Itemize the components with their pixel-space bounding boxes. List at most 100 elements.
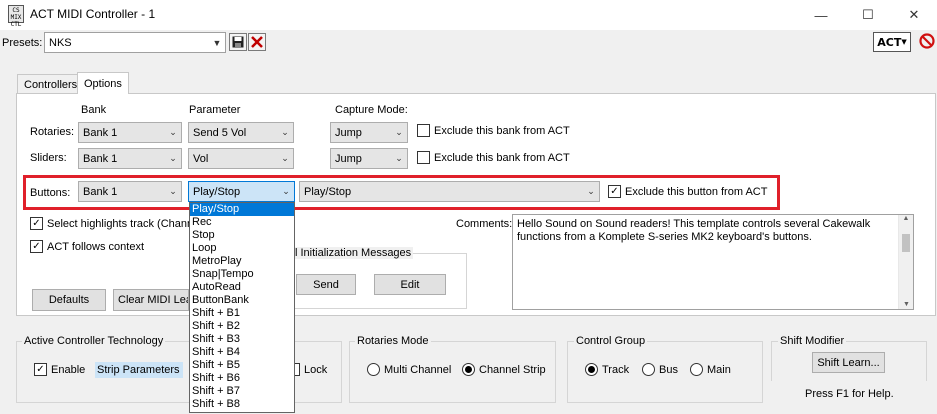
dropdown-item[interactable]: Shift + B2 (190, 320, 294, 333)
act-follows-label: ACT follows context (47, 240, 145, 253)
comments-scrollbar[interactable]: ▲ ▼ (898, 215, 913, 309)
shift-modifier-title: Shift Modifier (778, 335, 847, 347)
checkbox-box (417, 124, 430, 137)
dropdown-item[interactable]: AutoRead (190, 281, 294, 294)
dropdown-item[interactable]: MetroPlay (190, 255, 294, 268)
dropdown-item[interactable]: Snap|Tempo (190, 268, 294, 281)
dropdown-item[interactable]: Shift + B3 (190, 333, 294, 346)
delete-preset-button[interactable] (248, 33, 266, 51)
dropdown-item[interactable]: Shift + B8 (190, 398, 294, 411)
lock-label: Lock (304, 363, 328, 376)
tab-controllers[interactable]: Controllers (17, 74, 85, 94)
act-mode-combo[interactable]: Strip Parameters (95, 362, 183, 378)
chevron-down-icon: ⌄ (169, 186, 177, 196)
scroll-up-icon[interactable]: ▲ (899, 215, 913, 222)
save-icon (232, 36, 244, 48)
rotaries-bank-value: Bank 1 (83, 126, 118, 139)
dropdown-item[interactable]: ButtonBank (190, 294, 294, 307)
dropdown-item[interactable]: Shift + B7 (190, 385, 294, 398)
comments-label: Comments: (456, 218, 513, 230)
buttons-bank-combo[interactable]: Bank 1 ⌄ (78, 181, 182, 202)
parameter-dropdown-list[interactable]: Play/Stop Rec Stop Loop MetroPlay Snap|Tempo A… (189, 202, 295, 413)
no-entry-icon (919, 33, 935, 49)
maximize-button[interactable]: ☐ (845, 0, 891, 30)
tab-options[interactable]: Options (77, 72, 129, 94)
shift-learn-button[interactable]: Shift Learn... (812, 352, 885, 373)
rotaries-label: Rotaries: (30, 126, 75, 138)
parameter-column-header: Parameter (189, 104, 241, 116)
rotaries-bank-combo[interactable]: Bank 1 ⌄ (78, 122, 182, 143)
defaults-button[interactable]: Defaults (32, 289, 106, 311)
act-logo-button[interactable]: ACT ▼ (873, 32, 911, 52)
buttons-action-combo[interactable]: Play/Stop ⌄ (299, 181, 600, 202)
tab-label: Options (84, 77, 122, 90)
buttons-exclude-checkbox[interactable]: ✓ Exclude this button from ACT (608, 185, 767, 198)
sliders-bank-combo[interactable]: Bank 1 ⌄ (78, 148, 182, 169)
dropdown-item[interactable]: Loop (190, 242, 294, 255)
edit-button[interactable]: Edit (374, 274, 446, 295)
comments-text: Hello Sound on Sound readers! This templ… (517, 218, 871, 243)
presets-combo[interactable]: NKS ▼ (44, 32, 226, 53)
sliders-exclude-checkbox[interactable]: Exclude this bank from ACT (417, 151, 570, 164)
bus-label: Bus (659, 363, 678, 376)
act-group-title: Active Controller Technology (22, 335, 166, 347)
buttons-parameter-combo[interactable]: Play/Stop ⌄ (188, 181, 295, 202)
scrollbar-thumb[interactable] (902, 234, 910, 252)
comments-textarea[interactable]: Hello Sound on Sound readers! This templ… (512, 214, 914, 310)
dropdown-item[interactable]: Shift + B1 (190, 307, 294, 320)
track-radio[interactable]: Track (585, 363, 629, 376)
dropdown-item[interactable]: Shift + B5 (190, 359, 294, 372)
dropdown-item[interactable]: Play/Stop (190, 203, 294, 216)
title-bar: CS MIX CTL ACT MIDI Controller - 1 — ☐ ✕ (0, 0, 937, 30)
clear-midi-learn-button[interactable]: Clear MIDI Lea (113, 289, 189, 311)
dropdown-items: Play/Stop Rec Stop Loop MetroPlay Snap|Tempo A… (190, 203, 294, 411)
radio-icon (367, 363, 380, 376)
multi-channel-radio[interactable]: Multi Channel (367, 363, 451, 376)
rotaries-mode-title: Rotaries Mode (355, 335, 431, 347)
checkmark-icon: ✓ (30, 240, 43, 253)
dropdown-item[interactable]: Stop (190, 229, 294, 242)
radio-icon (642, 363, 655, 376)
radio-icon (690, 363, 703, 376)
enable-checkbox[interactable]: ✓ Enable (34, 363, 85, 376)
bus-radio[interactable]: Bus (642, 363, 678, 376)
multi-channel-label: Multi Channel (384, 363, 452, 376)
buttons-bank-value: Bank 1 (83, 185, 118, 198)
act-follows-checkbox[interactable]: ✓ ACT follows context (30, 240, 144, 253)
chevron-down-icon: ▼ (901, 38, 907, 46)
dropdown-item[interactable]: Shift + B6 (190, 372, 294, 385)
chevron-down-icon: ⌄ (282, 186, 290, 196)
rotaries-parameter-combo[interactable]: Send 5 Vol ⌄ (188, 122, 294, 143)
chevron-down-icon: ▼ (212, 37, 222, 48)
sliders-parameter-combo[interactable]: Vol ⌄ (188, 148, 294, 169)
buttons-exclude-label: Exclude this button from ACT (625, 185, 768, 198)
save-preset-button[interactable] (229, 33, 247, 51)
buttons-parameter-value: Play/Stop (193, 185, 241, 198)
dropdown-item[interactable]: Shift + B4 (190, 346, 294, 359)
presets-value: NKS (49, 36, 72, 49)
tab-label: Controllers (24, 78, 78, 91)
chevron-down-icon: ⌄ (169, 153, 177, 163)
window-title: ACT MIDI Controller - 1 (30, 7, 156, 21)
scroll-down-icon[interactable]: ▼ (899, 301, 914, 308)
disable-act-button[interactable] (919, 33, 935, 49)
help-text: Press F1 for Help. (805, 388, 894, 400)
main-radio[interactable]: Main (690, 363, 731, 376)
sliders-bank-value: Bank 1 (83, 152, 118, 165)
checkmark-icon: ✓ (608, 185, 621, 198)
rotaries-exclude-label: Exclude this bank from ACT (434, 124, 570, 137)
sliders-parameter-value: Vol (193, 152, 209, 165)
sliders-capture-combo[interactable]: Jump ⌄ (330, 148, 408, 169)
channel-strip-radio[interactable]: Channel Strip (462, 363, 546, 376)
control-group-title: Control Group (574, 335, 648, 347)
send-button[interactable]: Send (296, 274, 356, 295)
rotaries-capture-value: Jump (335, 126, 362, 139)
rotaries-capture-combo[interactable]: Jump ⌄ (330, 122, 408, 143)
select-highlights-checkbox[interactable]: ✓ Select highlights track (Channe (30, 217, 199, 230)
rotaries-exclude-checkbox[interactable]: Exclude this bank from ACT (417, 124, 570, 137)
dropdown-item[interactable]: Rec (190, 216, 294, 229)
select-highlights-label: Select highlights track (Channe (47, 217, 200, 230)
minimize-button[interactable]: — (798, 0, 844, 30)
checkbox-box (417, 151, 430, 164)
close-button[interactable]: ✕ (891, 0, 937, 30)
